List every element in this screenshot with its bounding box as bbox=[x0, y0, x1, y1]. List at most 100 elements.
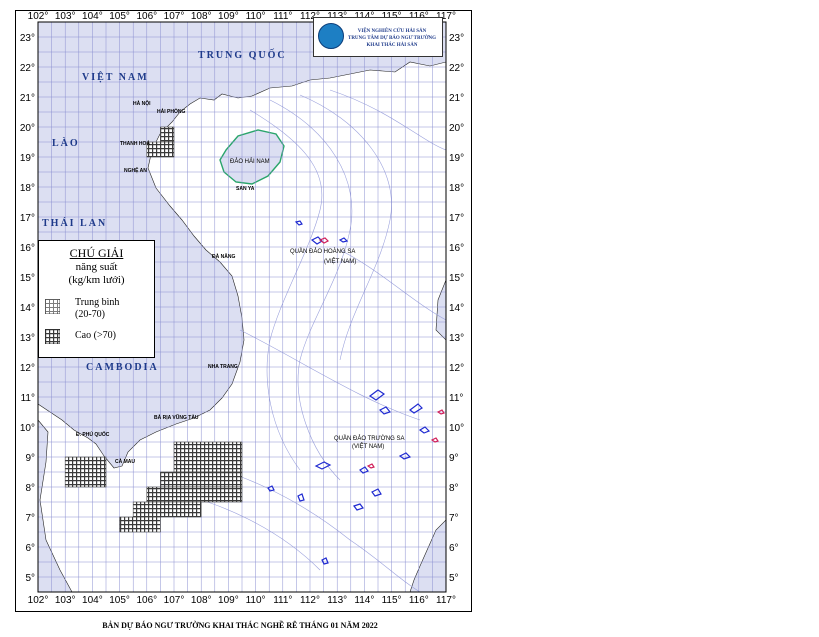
lat-tick-label: 22° bbox=[20, 63, 35, 74]
lat-tick-label: 19° bbox=[449, 153, 464, 164]
fishing-cell-high bbox=[146, 486, 243, 503]
legend-label-high: Cao (>70) bbox=[75, 330, 116, 341]
place-label: HÀ NỘI bbox=[133, 99, 151, 107]
lat-tick-label: 11° bbox=[449, 393, 463, 404]
lat-tick-label: 23° bbox=[20, 33, 35, 44]
paracel-patch bbox=[338, 237, 349, 243]
legend-subtitle: năng suất bbox=[75, 261, 118, 273]
fishing-cell-high bbox=[160, 126, 175, 143]
lat-tick-label: 16° bbox=[449, 243, 464, 254]
borneo-land bbox=[409, 519, 446, 592]
lat-tick-label: 11° bbox=[21, 393, 35, 404]
island-label: (VIỆT NAM) bbox=[352, 442, 384, 450]
spratly-patch bbox=[366, 463, 375, 469]
legend-title: CHÚ GIẢI bbox=[69, 246, 124, 260]
lon-tick-label: 106° bbox=[136, 595, 157, 606]
spratly-patch bbox=[314, 461, 332, 470]
lon-tick-label: 102° bbox=[28, 595, 49, 606]
lon-tick-label: 104° bbox=[82, 595, 103, 606]
island-label: ĐẢO HẢI NAM bbox=[230, 158, 270, 165]
country-label: CAMBODIA bbox=[86, 362, 159, 373]
lat-tick-label: 13° bbox=[20, 333, 35, 344]
spratly-patch bbox=[371, 488, 382, 497]
paracel-patch bbox=[294, 220, 303, 226]
lon-tick-label: 108° bbox=[191, 595, 212, 606]
country-label: VIỆT NAM bbox=[82, 70, 149, 83]
legend-label-medium: Trung bình bbox=[75, 297, 120, 308]
lon-tick-label: 108° bbox=[191, 11, 212, 22]
spratly-patch bbox=[321, 557, 329, 565]
lat-tick-label: 9° bbox=[25, 453, 35, 464]
lon-tick-label: 105° bbox=[109, 11, 130, 22]
lon-tick-label: 107° bbox=[164, 595, 185, 606]
place-label: NGHỆ AN bbox=[124, 166, 147, 174]
legend: CHÚ GIẢI năng suất (kg/km lưới) Trung bì… bbox=[38, 240, 155, 358]
lon-tick-label: 111° bbox=[273, 595, 292, 606]
spratly-patch bbox=[430, 437, 439, 443]
lat-tick-label: 20° bbox=[449, 123, 464, 134]
place-label: THANH HOÁ bbox=[120, 140, 150, 147]
lat-tick-label: 5° bbox=[449, 573, 459, 584]
lon-tick-label: 106° bbox=[136, 11, 157, 22]
fishing-cell-high bbox=[146, 141, 175, 158]
lon-tick-label: 109° bbox=[218, 595, 239, 606]
fishing-cell-high bbox=[173, 441, 243, 473]
spratly-patch bbox=[353, 503, 364, 511]
lat-tick-label: 12° bbox=[449, 363, 464, 374]
lat-tick-label: 19° bbox=[20, 153, 35, 164]
fishing-cell-high bbox=[132, 501, 202, 518]
island-label: QUẦN ĐẢO HOÀNG SA bbox=[290, 248, 355, 255]
institute-logo-box: VIỆN NGHIÊN CỨU HẢI SẢN TRUNG TÂM DỰ BÁO… bbox=[313, 17, 443, 57]
lat-tick-label: 12° bbox=[20, 363, 35, 374]
lat-tick-label: 13° bbox=[449, 333, 464, 344]
legend-range-medium: (20-70) bbox=[75, 309, 105, 320]
lat-tick-label: 9° bbox=[449, 453, 459, 464]
lon-tick-label: 105° bbox=[109, 595, 130, 606]
lat-tick-label: 21° bbox=[449, 93, 464, 104]
legend-swatch-medium bbox=[45, 299, 60, 314]
lat-tick-label: 15° bbox=[449, 273, 464, 284]
lon-tick-label: 114° bbox=[354, 595, 374, 606]
lat-tick-label: 7° bbox=[449, 513, 459, 524]
lon-tick-label: 115° bbox=[382, 595, 402, 606]
lon-tick-label: 110° bbox=[246, 11, 266, 22]
lat-tick-label: 17° bbox=[20, 213, 35, 224]
lat-tick-label: 7° bbox=[25, 513, 35, 524]
spratly-patch bbox=[297, 493, 305, 502]
fishing-cell-high bbox=[64, 456, 107, 488]
lat-tick-label: 22° bbox=[449, 63, 464, 74]
thai-peninsula-land bbox=[38, 419, 73, 592]
legend-unit: (kg/km lưới) bbox=[68, 274, 125, 286]
lon-tick-label: 109° bbox=[218, 11, 239, 22]
institute-emblem-icon bbox=[318, 23, 344, 49]
place-label: HẢI PHÒNG bbox=[157, 107, 185, 115]
lat-tick-label: 21° bbox=[20, 93, 35, 104]
lon-tick-label: 110° bbox=[246, 595, 266, 606]
map-caption: BẢN DỰ BÁO NGƯ TRƯỜNG KHAI THÁC NGHỀ RÊ … bbox=[102, 621, 378, 630]
island-label: (VIỆT NAM) bbox=[324, 257, 356, 265]
logo-line: VIỆN NGHIÊN CỨU HẢI SẢN bbox=[357, 29, 427, 34]
spratly-patch bbox=[368, 389, 386, 401]
place-label: Đ. PHÚ QUỐC bbox=[76, 431, 110, 438]
spratly-patch bbox=[418, 426, 431, 434]
fishing-cell-high bbox=[160, 471, 243, 488]
place-label: NHA TRANG bbox=[208, 364, 238, 370]
luzon-land bbox=[435, 279, 446, 341]
fishing-cell-high bbox=[119, 516, 161, 533]
lat-tick-label: 14° bbox=[20, 303, 35, 314]
place-label: SAN YA bbox=[236, 186, 255, 192]
lon-tick-label: 116° bbox=[409, 595, 429, 606]
lat-tick-label: 10° bbox=[449, 423, 464, 434]
lat-tick-label: 18° bbox=[20, 183, 35, 194]
lon-tick-label: 111° bbox=[273, 11, 292, 22]
lat-tick-label: 10° bbox=[20, 423, 35, 434]
country-label: LÀO bbox=[52, 137, 80, 149]
lat-tick-label: 8° bbox=[25, 483, 35, 494]
country-label: THÁI LAN bbox=[42, 217, 107, 229]
lon-tick-label: 103° bbox=[55, 595, 76, 606]
island-label: QUẦN ĐẢO TRƯỜNG SA bbox=[334, 435, 405, 442]
lat-tick-label: 6° bbox=[25, 543, 35, 554]
lat-tick-label: 15° bbox=[20, 273, 35, 284]
lat-tick-label: 6° bbox=[449, 543, 459, 554]
lat-tick-label: 20° bbox=[20, 123, 35, 134]
